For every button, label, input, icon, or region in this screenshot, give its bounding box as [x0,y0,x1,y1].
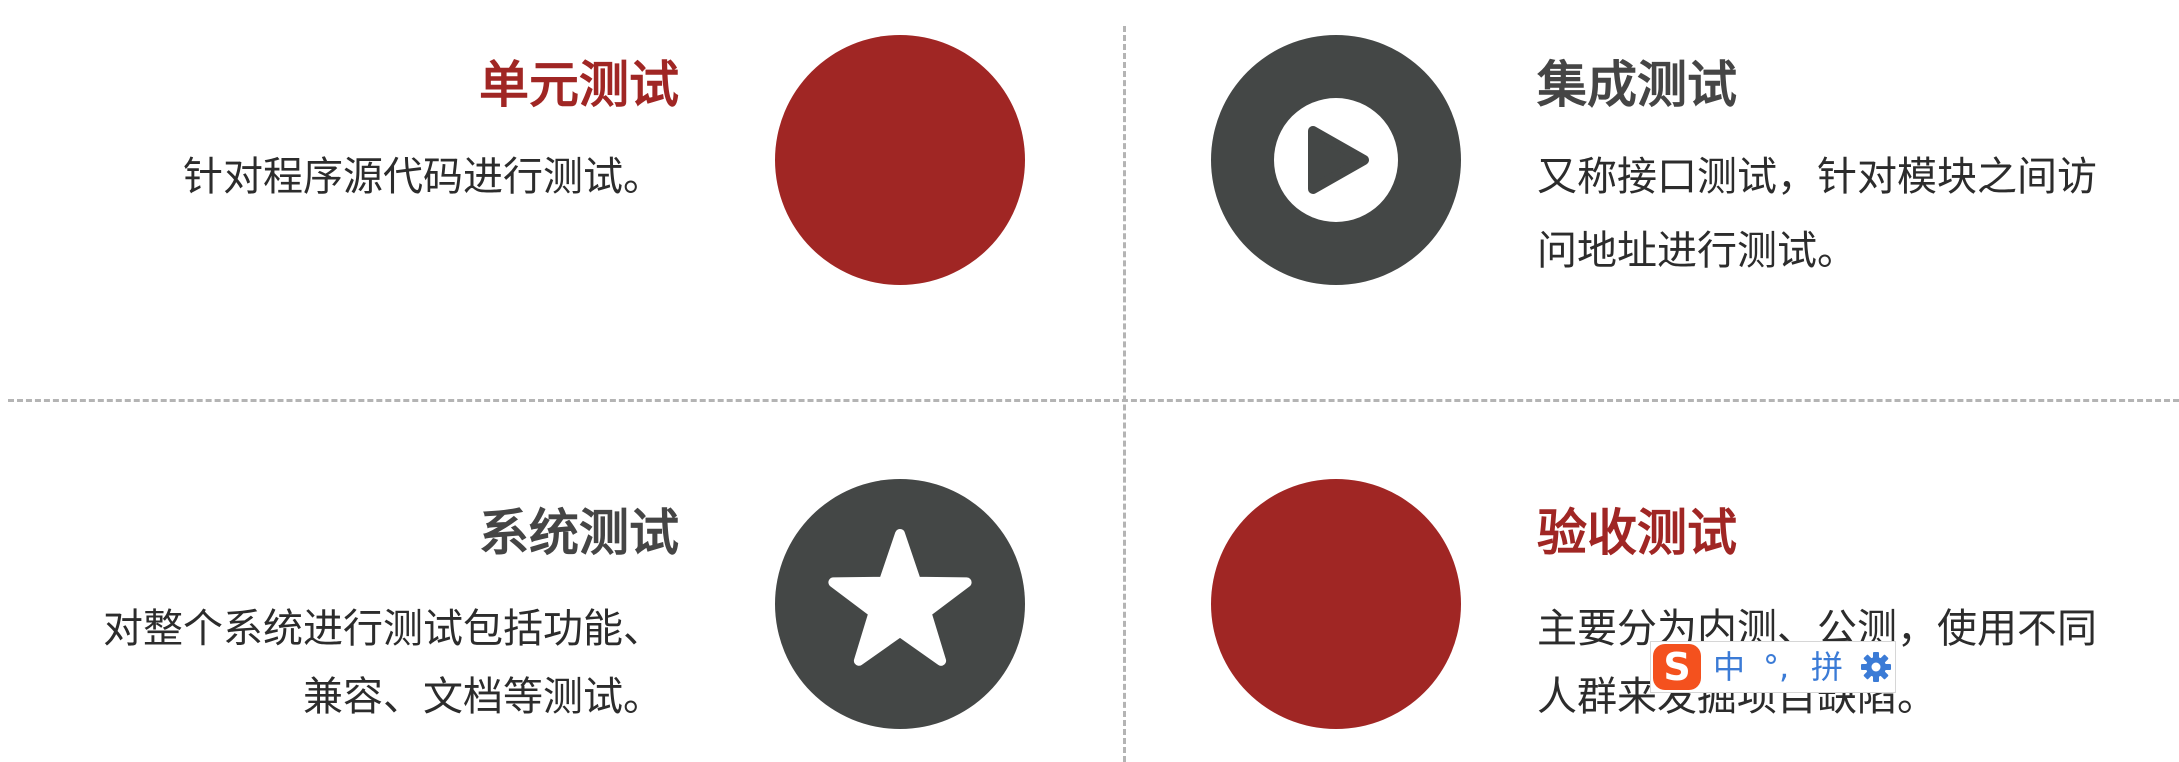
system-test-desc-line-2: 兼容、文档等测试。 [303,674,663,720]
ime-logo-icon[interactable]: S [1653,644,1701,690]
ime-punctuation-toggle[interactable]: °, [1763,645,1789,689]
system-test-title: 系统测试 [479,504,679,562]
play-icon [1274,98,1398,222]
unit-test-title: 单元测试 [479,56,679,114]
star-icon [828,529,972,666]
vertical-divider [1123,26,1126,762]
unit-test-circle [775,35,1025,285]
integration-test-title: 集成测试 [1537,56,1737,114]
unit-test-desc-line-1: 针对程序源代码进行测试。 [183,154,663,200]
ime-language-toggle[interactable]: 中 [1713,645,1745,689]
gear-icon[interactable] [1859,650,1893,684]
acceptance-test-title: 验收测试 [1537,504,1737,562]
system-test-desc-line-1: 对整个系统进行测试包括功能、 [103,606,663,652]
integration-test-circle [1211,35,1461,285]
integration-test-desc-line-1: 又称接口测试，针对模块之间访 [1537,154,2097,200]
integration-test-desc-line-2: 问地址进行测试。 [1537,228,1857,274]
ime-toolbar[interactable]: S 中 °, 拼 [1650,641,1896,693]
system-test-circle [775,479,1025,729]
horizontal-divider [8,399,2179,402]
ime-pinyin-mode[interactable]: 拼 [1811,645,1843,689]
acceptance-test-circle [1211,479,1461,729]
